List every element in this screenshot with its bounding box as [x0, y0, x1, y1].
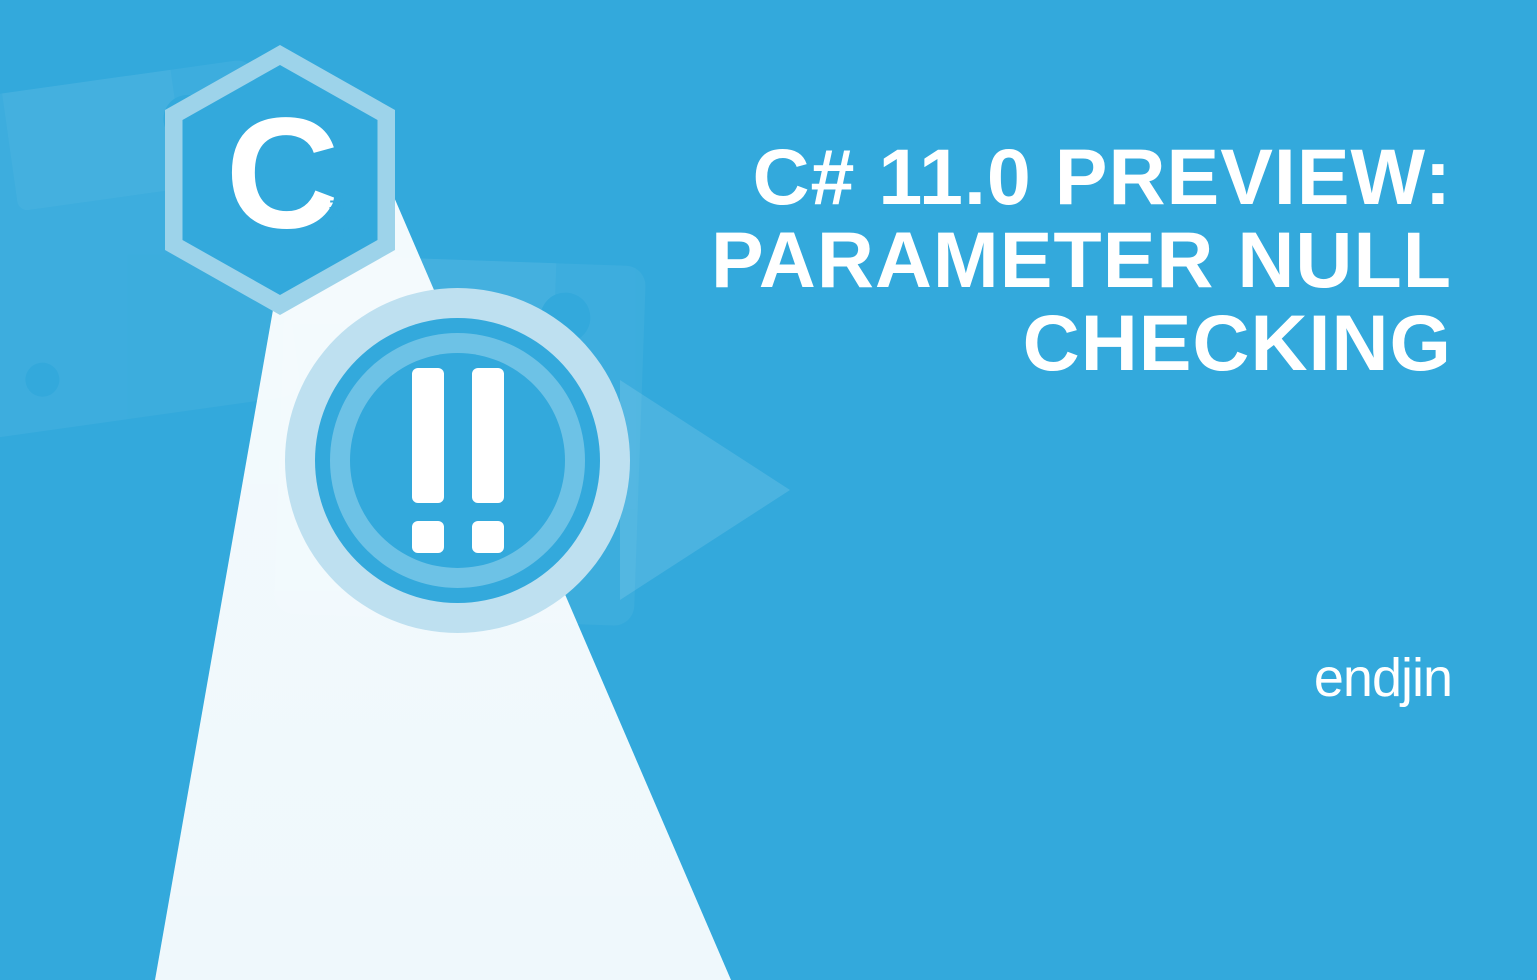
- csharp-hexagon-badge: C #: [155, 40, 405, 320]
- csharp-letter-c: C: [225, 84, 334, 265]
- background-arrow-icon: [620, 380, 790, 600]
- endjin-logo: endjin: [1314, 647, 1452, 709]
- csharp-hash-symbol: #: [329, 195, 353, 243]
- double-exclamation-icon: [285, 288, 630, 633]
- double-bang-circle-badge: [285, 288, 630, 633]
- title-line-1: C# 11.0 PREVIEW:: [711, 136, 1452, 219]
- title-line-2: PARAMETER NULL: [711, 219, 1452, 302]
- hero-title: C# 11.0 PREVIEW: PARAMETER NULL CHECKING: [711, 136, 1452, 385]
- title-line-3: CHECKING: [711, 302, 1452, 385]
